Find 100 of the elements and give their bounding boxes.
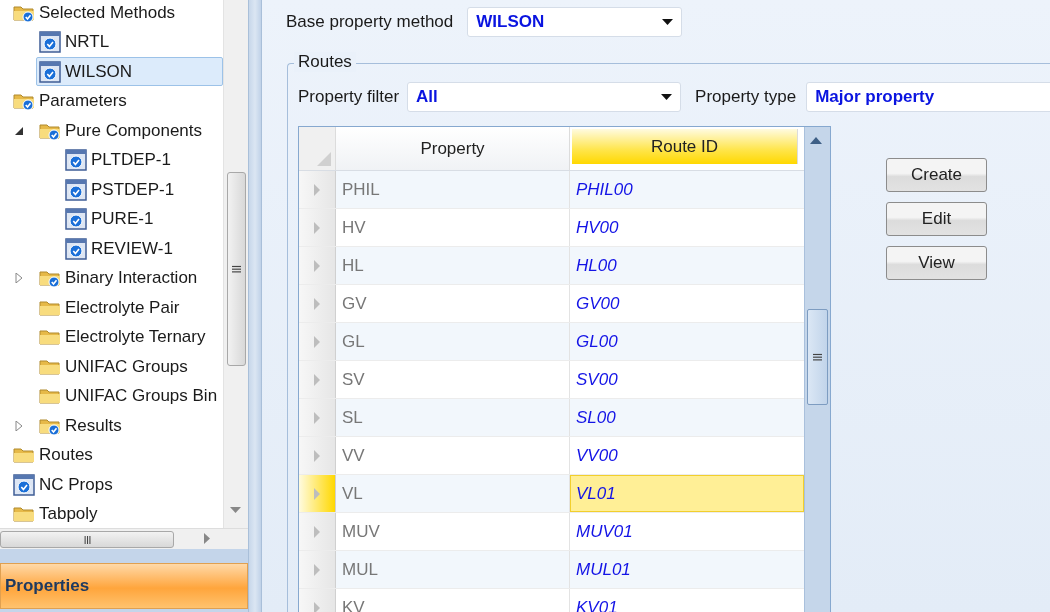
action-button[interactable]: Edit <box>886 202 987 236</box>
table-cell[interactable]: VV00 <box>570 437 804 475</box>
column-header[interactable]: Property <box>336 127 570 171</box>
form-check-icon <box>65 149 87 172</box>
tree-item[interactable]: PURE-1 <box>62 204 223 234</box>
tree-item[interactable]: UNIFAC Groups Bin <box>36 381 223 411</box>
table-cell[interactable]: GV00 <box>570 285 804 323</box>
row-arrow-icon <box>314 411 320 424</box>
row-header[interactable] <box>299 209 336 247</box>
row-arrow-icon <box>314 563 320 576</box>
scroll-right-icon[interactable] <box>204 533 210 544</box>
row-arrow-icon <box>314 525 320 538</box>
table-cell: HL <box>336 247 570 285</box>
tree-item[interactable]: Electrolyte Pair <box>36 293 223 323</box>
row-header[interactable] <box>299 475 336 513</box>
row-header[interactable] <box>299 551 336 589</box>
action-button[interactable]: Create <box>886 158 987 192</box>
folder-check-icon <box>13 91 35 112</box>
form-check-icon <box>65 178 87 201</box>
expand-arrow-icon[interactable] <box>14 273 24 284</box>
table-cell: SL <box>336 399 570 437</box>
tree-item[interactable]: Parameters <box>10 86 223 116</box>
table-cell[interactable]: KV01 <box>570 589 804 612</box>
folder-check-icon <box>39 268 61 289</box>
form-check-icon <box>39 31 61 54</box>
scroll-down-icon[interactable] <box>230 507 241 513</box>
row-header[interactable] <box>299 513 336 551</box>
horizontal-scrollbar[interactable] <box>0 528 248 549</box>
dropdown-caret-icon <box>661 94 673 100</box>
tree-item[interactable]: PLTDEP-1 <box>62 145 223 175</box>
tree-item[interactable]: NRTL <box>36 27 223 57</box>
table-scrollbar[interactable] <box>804 127 830 612</box>
form-check-icon <box>39 60 61 83</box>
expand-arrow-icon[interactable] <box>14 420 24 431</box>
row-arrow-icon <box>314 487 320 500</box>
table-cell[interactable]: HV00 <box>570 209 804 247</box>
tree-item[interactable]: Binary Interaction <box>36 263 223 293</box>
tree-item[interactable]: Routes <box>10 440 223 470</box>
vertical-scrollbar[interactable] <box>223 0 248 528</box>
row-arrow-icon <box>314 449 320 462</box>
grip-icon <box>813 352 822 362</box>
table-cell: GL <box>336 323 570 361</box>
field-label: Property filter <box>298 87 400 107</box>
grip-icon <box>232 264 241 274</box>
tree-item[interactable]: Pure Components <box>36 116 223 146</box>
table-cell[interactable]: GL00 <box>570 323 804 361</box>
table-cell[interactable]: MUV01 <box>570 513 804 551</box>
table-cell[interactable]: MUL01 <box>570 551 804 589</box>
table-cell: GV <box>336 285 570 323</box>
tree-item[interactable]: Tabpoly <box>10 499 223 528</box>
property-type-field[interactable]: Major property <box>806 82 1050 112</box>
splitter-bar[interactable] <box>248 0 262 612</box>
folder-icon <box>39 386 61 407</box>
row-header[interactable] <box>299 247 336 285</box>
table-cell: HV <box>336 209 570 247</box>
tree-item[interactable]: Selected Methods <box>10 0 223 28</box>
row-arrow-icon <box>314 183 320 196</box>
row-header[interactable] <box>299 171 336 209</box>
table-cell[interactable]: SL00 <box>570 399 804 437</box>
table-cell: SV <box>336 361 570 399</box>
tree-item[interactable]: NC Props <box>10 470 223 500</box>
folder-icon <box>13 504 35 525</box>
tree-item[interactable]: Electrolyte Ternary <box>36 322 223 352</box>
row-header[interactable] <box>299 437 336 475</box>
tree-item[interactable]: REVIEW-1 <box>62 234 223 264</box>
table-cell[interactable]: PHIL00 <box>570 171 804 209</box>
row-arrow-icon <box>314 221 320 234</box>
table-cell[interactable]: VL01 <box>570 475 804 513</box>
row-arrow-icon <box>314 601 320 612</box>
scroll-up-icon[interactable] <box>810 137 822 144</box>
folder-icon <box>13 445 35 466</box>
table-cell[interactable]: SV00 <box>570 361 804 399</box>
collapse-arrow-icon[interactable] <box>14 125 24 136</box>
row-header[interactable] <box>299 323 336 361</box>
base-method-dropdown[interactable]: WILSON <box>467 7 683 37</box>
row-arrow-icon <box>314 335 320 348</box>
table-cell: KV <box>336 589 570 612</box>
row-header[interactable] <box>299 361 336 399</box>
folder-icon <box>39 327 61 348</box>
property-filter-dropdown[interactable]: All <box>407 82 682 112</box>
table-cell: MUL <box>336 551 570 589</box>
properties-bar[interactable]: Properties <box>0 563 248 609</box>
corner-triangle-icon <box>317 152 331 167</box>
row-header[interactable] <box>299 399 336 437</box>
tree-item[interactable]: Results <box>36 411 223 441</box>
row-arrow-icon <box>314 297 320 310</box>
row-arrow-icon <box>314 373 320 386</box>
tree-item[interactable]: WILSON <box>36 57 223 87</box>
field-label: Property type <box>695 87 797 107</box>
tree-item[interactable]: UNIFAC Groups <box>36 352 223 382</box>
field-label: Base property method <box>286 12 454 32</box>
dropdown-caret-icon <box>662 19 674 25</box>
action-button[interactable]: View <box>886 246 987 280</box>
table-cell[interactable]: HL00 <box>570 247 804 285</box>
grip-icon <box>82 535 92 544</box>
column-header[interactable]: Route ID <box>572 129 798 165</box>
form-check-icon <box>65 208 87 231</box>
tree-item[interactable]: PSTDEP-1 <box>62 175 223 205</box>
form-check-icon <box>13 473 35 496</box>
row-header[interactable] <box>299 285 336 323</box>
